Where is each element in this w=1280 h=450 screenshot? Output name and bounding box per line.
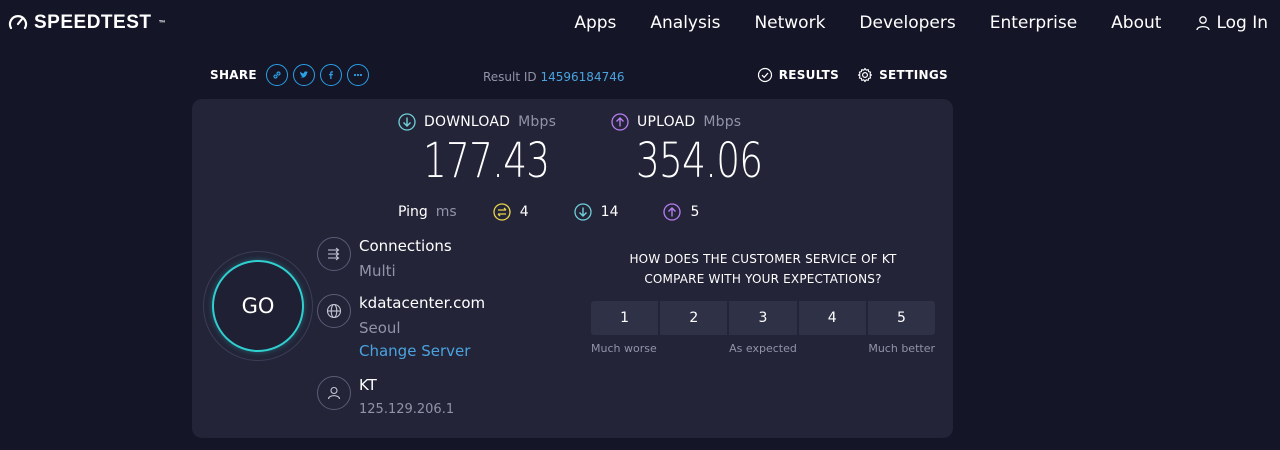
nav-network[interactable]: Network	[754, 13, 825, 33]
speedtest-logo[interactable]: SPEEDTEST ™	[8, 12, 166, 34]
results-label: RESULTS	[778, 68, 840, 82]
go-button[interactable]: GO	[212, 260, 304, 352]
result-id: Result ID 14596184746	[483, 70, 624, 84]
go-ring: GO	[203, 251, 313, 361]
rating-5-button[interactable]: 5	[867, 301, 936, 335]
upload-arrow-icon	[611, 113, 629, 131]
person-icon	[317, 376, 351, 410]
upload-value: 354.06	[636, 133, 763, 189]
share-label: SHARE	[210, 68, 257, 82]
survey-question: HOW DOES THE CUSTOMER SERVICE OF KT COMP…	[591, 249, 935, 289]
upload-unit: Mbps	[703, 114, 742, 130]
connections-icon[interactable]	[317, 237, 351, 271]
rating-row: 1 2 3 4 5	[591, 301, 936, 335]
result-id-value[interactable]: 14596184746	[541, 70, 625, 84]
ping-download: 14	[574, 203, 619, 221]
ping-idle: 4	[493, 203, 529, 221]
change-server-link[interactable]: Change Server	[359, 342, 470, 360]
isp-ip: 125.129.206.1	[359, 402, 455, 417]
download-value: 177.43	[423, 133, 550, 189]
login-label: Log In	[1216, 13, 1268, 33]
ping-unit: ms	[435, 204, 457, 220]
trademark: ™	[158, 19, 166, 27]
connections-title: Connections	[359, 237, 452, 255]
link-icon[interactable]	[265, 64, 288, 86]
rating-3-button[interactable]: 3	[729, 301, 797, 335]
connections-value: Multi	[359, 262, 396, 280]
nav-enterprise[interactable]: Enterprise	[990, 13, 1077, 33]
brand-name: SPEEDTEST	[34, 12, 152, 33]
result-subbar: SHARE Result ID 14596184746 RESULTS SETT…	[210, 62, 950, 92]
server-host: kdatacenter.com	[359, 294, 486, 312]
scale-high: Much better	[868, 342, 935, 355]
ping-upload-value: 5	[690, 204, 700, 220]
nav-about[interactable]: About	[1111, 13, 1161, 33]
upload-label: UPLOAD	[637, 114, 696, 130]
download-unit: Mbps	[518, 114, 557, 130]
survey-question-line1: HOW DOES THE CUSTOMER SERVICE OF KT	[629, 252, 897, 266]
nav-links: Apps Analysis Network Developers Enterpr…	[574, 13, 1280, 33]
server-location: Seoul	[359, 319, 401, 337]
settings-button[interactable]: SETTINGS	[857, 67, 948, 83]
result-id-label: Result ID	[483, 70, 537, 84]
idle-latency-icon	[493, 203, 511, 221]
login-link[interactable]: Log In	[1195, 13, 1268, 33]
ping-row: Ping ms 4 14 5	[398, 203, 744, 221]
subbar-actions: RESULTS SETTINGS	[757, 67, 948, 83]
ping-label: Ping	[398, 204, 428, 220]
upload-metric: UPLOAD Mbps 354.06	[611, 113, 798, 185]
gear-icon	[858, 67, 873, 83]
result-card: DOWNLOAD Mbps 177.43 UPLOAD Mbps 354.06 …	[192, 99, 953, 438]
ping-download-value: 14	[600, 204, 619, 220]
survey: HOW DOES THE CUSTOMER SERVICE OF KT COMP…	[591, 249, 936, 358]
globe-icon	[317, 294, 351, 328]
download-label: DOWNLOAD	[424, 114, 511, 130]
facebook-icon[interactable]	[319, 64, 342, 86]
results-button[interactable]: RESULTS	[757, 67, 839, 83]
check-circle-icon	[757, 67, 772, 83]
survey-question-line2: COMPARE WITH YOUR EXPECTATIONS?	[644, 272, 882, 286]
download-latency-icon	[574, 203, 592, 221]
top-nav: SPEEDTEST ™ Apps Analysis Network Develop…	[0, 0, 1280, 48]
rating-1-button[interactable]: 1	[591, 301, 659, 335]
nav-analysis[interactable]: Analysis	[650, 13, 720, 33]
nav-apps[interactable]: Apps	[574, 13, 616, 33]
download-arrow-icon	[398, 113, 416, 131]
rating-2-button[interactable]: 2	[660, 301, 728, 335]
ping-upload: 5	[663, 203, 699, 221]
isp-name: KT	[359, 376, 377, 394]
nav-developers[interactable]: Developers	[859, 13, 955, 33]
more-icon[interactable]	[346, 64, 369, 86]
rating-scale: Much worse As expected Much better	[591, 342, 935, 358]
share-group: SHARE	[210, 64, 369, 86]
download-metric: DOWNLOAD Mbps 177.43	[398, 113, 585, 185]
gauge-icon	[8, 15, 28, 30]
upload-latency-icon	[663, 203, 682, 221]
ping-idle-value: 4	[519, 204, 529, 220]
user-icon	[1196, 16, 1211, 31]
rating-4-button[interactable]: 4	[798, 301, 866, 335]
twitter-icon[interactable]	[292, 64, 315, 86]
settings-label: SETTINGS	[879, 68, 948, 82]
